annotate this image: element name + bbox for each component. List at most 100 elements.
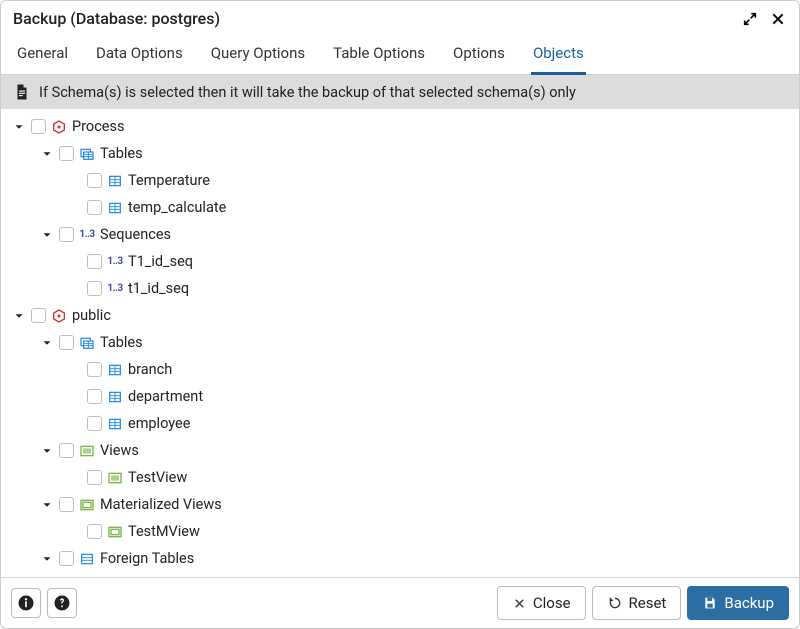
sequence-icon: 1..3 — [78, 226, 96, 244]
maximize-button[interactable] — [741, 10, 759, 28]
tab-data-options[interactable]: Data Options — [94, 38, 185, 74]
object-tree-scroll[interactable]: Process Tables Temperature temp_calculate 1.… — [1, 109, 799, 577]
close-icon — [770, 11, 786, 27]
schema-icon — [50, 307, 68, 325]
tree-checkbox[interactable] — [87, 524, 102, 539]
tree-checkbox[interactable] — [31, 119, 46, 134]
expand-caret[interactable] — [39, 335, 55, 351]
sequence-icon: 1..3 — [106, 280, 124, 298]
tree-checkbox[interactable] — [31, 308, 46, 323]
tree-label[interactable]: Tables — [100, 334, 143, 351]
expand-caret[interactable] — [39, 227, 55, 243]
tab-query-options[interactable]: Query Options — [209, 38, 307, 74]
tree-checkbox[interactable] — [87, 362, 102, 377]
expand-caret[interactable] — [11, 308, 27, 324]
close-label: Close — [533, 594, 571, 612]
tree-label[interactable]: Tables — [100, 145, 143, 162]
tree-row: TestView — [9, 464, 795, 491]
dialog-title: Backup (Database: postgres) — [13, 9, 731, 28]
tree-checkbox[interactable] — [59, 551, 74, 566]
save-icon — [702, 595, 718, 611]
reset-button[interactable]: Reset — [592, 586, 682, 620]
tree-row: Foreign Tables — [9, 545, 795, 572]
expand-caret[interactable] — [39, 497, 55, 513]
tree-label[interactable]: T1_id_seq — [128, 253, 193, 270]
tree-label[interactable]: employee — [128, 415, 190, 432]
tree-row: branch — [9, 356, 795, 383]
tree-row: Materialized Views — [9, 491, 795, 518]
tree-checkbox[interactable] — [87, 470, 102, 485]
view-icon — [106, 469, 124, 487]
tree-checkbox[interactable] — [59, 227, 74, 242]
tree-checkbox[interactable] — [87, 200, 102, 215]
tree-label[interactable]: Foreign Tables — [100, 550, 194, 567]
close-button[interactable]: Close — [497, 586, 586, 620]
tab-general[interactable]: General — [15, 38, 70, 74]
help-button[interactable] — [47, 588, 77, 618]
tree-checkbox[interactable] — [87, 254, 102, 269]
tree-checkbox[interactable] — [59, 146, 74, 161]
chevron-down-icon — [12, 120, 26, 134]
chevron-down-icon — [40, 444, 54, 458]
chevron-down-icon — [40, 228, 54, 242]
tab-objects[interactable]: Objects — [531, 38, 586, 75]
tree-row: Views — [9, 437, 795, 464]
expand-icon — [742, 11, 758, 27]
backup-label: Backup — [724, 594, 774, 612]
tree-row: Temperature — [9, 167, 795, 194]
ftable-icon — [78, 550, 96, 568]
tree-row: employee — [9, 410, 795, 437]
tree-label[interactable]: branch — [128, 361, 172, 378]
close-titlebar-button[interactable] — [769, 10, 787, 28]
tree-row: department — [9, 383, 795, 410]
mview-icon — [106, 523, 124, 541]
tree-row: Process — [9, 113, 795, 140]
tab-table-options[interactable]: Table Options — [331, 38, 427, 74]
x-icon — [512, 596, 527, 611]
tree-row: 1..3t1_id_seq — [9, 275, 795, 302]
tree-label[interactable]: Materialized Views — [100, 496, 222, 513]
info-icon — [16, 593, 36, 613]
sequence-icon: 1..3 — [106, 253, 124, 271]
tab-options[interactable]: Options — [451, 38, 507, 74]
tree-checkbox[interactable] — [59, 443, 74, 458]
backup-button[interactable]: Backup — [687, 586, 789, 620]
tree-label[interactable]: TestView — [128, 469, 187, 486]
mview-icon — [78, 496, 96, 514]
tree-row: Tables — [9, 140, 795, 167]
help-icon — [52, 593, 72, 613]
tree-label[interactable]: t1_id_seq — [128, 280, 189, 297]
tree-label[interactable]: department — [128, 388, 203, 405]
tree-checkbox[interactable] — [59, 335, 74, 350]
expand-caret[interactable] — [11, 119, 27, 135]
expand-caret[interactable] — [39, 551, 55, 567]
tree-row: 1..3T1_id_seq — [9, 248, 795, 275]
document-icon — [13, 83, 31, 101]
expand-caret[interactable] — [39, 443, 55, 459]
tree-label[interactable]: TestMView — [128, 523, 200, 540]
tree-row: Tables — [9, 329, 795, 356]
tree-checkbox[interactable] — [59, 497, 74, 512]
tree-row: temp_calculate — [9, 194, 795, 221]
tree-checkbox[interactable] — [87, 389, 102, 404]
tree-label[interactable]: Temperature — [128, 172, 210, 189]
view-icon — [78, 442, 96, 460]
chevron-down-icon — [40, 336, 54, 350]
chevron-down-icon — [12, 309, 26, 323]
tree-row: 1..3Sequences — [9, 221, 795, 248]
chevron-down-icon — [40, 552, 54, 566]
table-icon — [106, 361, 124, 379]
tree-label[interactable]: Views — [100, 442, 139, 459]
tree-checkbox[interactable] — [87, 416, 102, 431]
tree-label[interactable]: Sequences — [100, 226, 171, 243]
tree-checkbox[interactable] — [87, 173, 102, 188]
tree-checkbox[interactable] — [87, 281, 102, 296]
backup-dialog: Backup (Database: postgres) General Data… — [0, 0, 800, 629]
tree-label[interactable]: Process — [72, 118, 124, 135]
tree-label[interactable]: public — [72, 307, 111, 324]
expand-caret[interactable] — [39, 146, 55, 162]
info-button[interactable] — [11, 588, 41, 618]
tree-label[interactable]: temp_calculate — [128, 199, 226, 216]
tree-row: public — [9, 302, 795, 329]
chevron-down-icon — [40, 147, 54, 161]
